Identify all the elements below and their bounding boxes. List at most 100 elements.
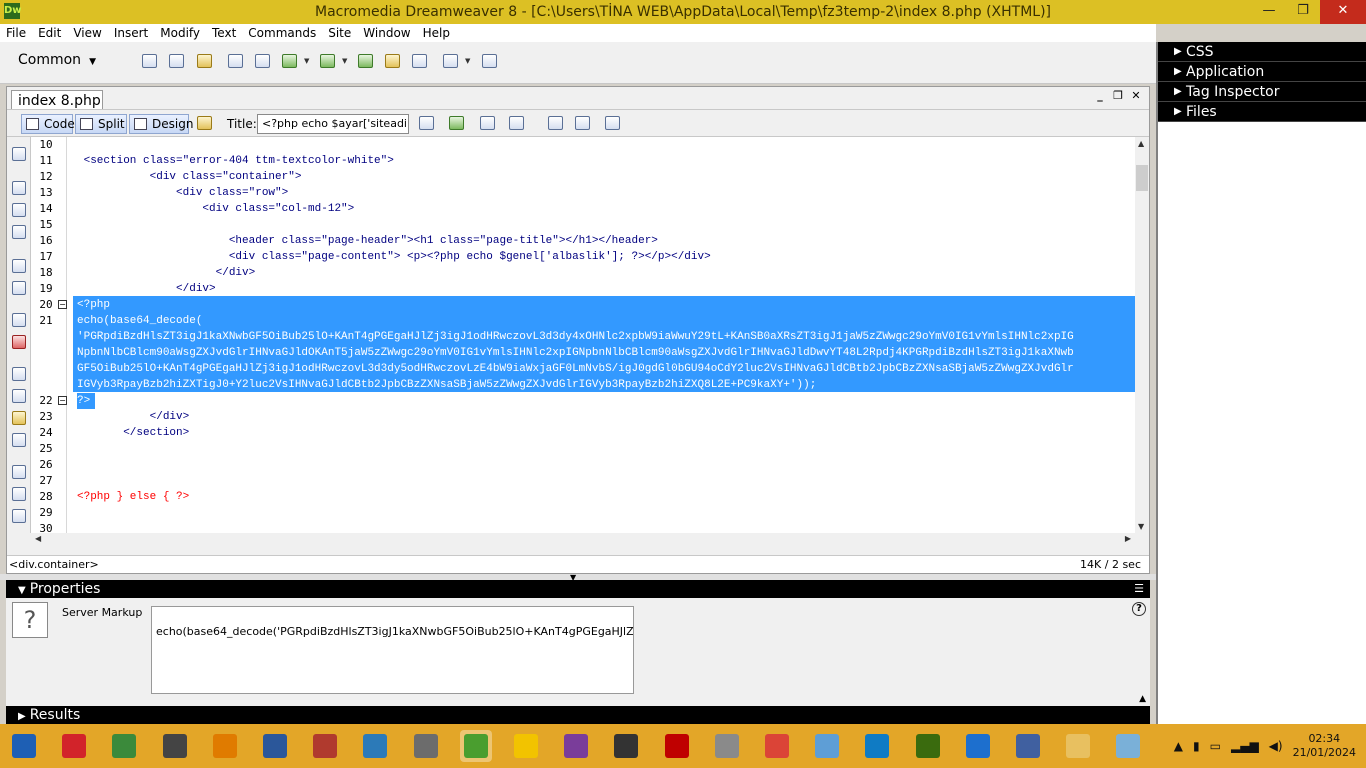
refresh-icon[interactable] (546, 114, 564, 132)
head-icon[interactable] (410, 52, 428, 70)
tag-selector[interactable]: <div.container> (9, 556, 99, 574)
pen-app-icon[interactable] (108, 730, 140, 762)
browser-check-icon[interactable] (447, 114, 465, 132)
menu-commands[interactable]: Commands (242, 24, 322, 42)
tray-expand-icon[interactable]: ▲ (1174, 739, 1183, 753)
outlook-app-icon[interactable] (209, 730, 241, 762)
date-icon[interactable] (356, 52, 374, 70)
filezilla-app-icon[interactable] (661, 730, 693, 762)
clock[interactable]: 02:34 21/01/2024 (1293, 732, 1356, 760)
line-numbers-icon[interactable] (12, 313, 26, 327)
windows-start-icon[interactable] (8, 730, 40, 762)
apply-comment-icon[interactable] (12, 367, 26, 381)
hyperlink-icon[interactable] (140, 52, 158, 70)
scroll-up-icon[interactable]: ▲ (1138, 139, 1144, 148)
camera-app-icon[interactable] (58, 730, 90, 762)
remove-comment-icon[interactable] (12, 389, 26, 403)
panel-tag-inspector[interactable]: ▶ Tag Inspector (1158, 82, 1366, 102)
menu-window[interactable]: Window (357, 24, 416, 42)
notes-app-icon[interactable] (309, 730, 341, 762)
doc-close-button[interactable]: ✕ (1129, 89, 1143, 102)
edge-app-icon[interactable] (861, 730, 893, 762)
view-options-icon[interactable] (573, 114, 591, 132)
minimize-button[interactable]: — (1252, 0, 1286, 24)
insert-category-dropdown[interactable]: Common ▼ (18, 52, 96, 68)
split-view-button[interactable]: Split (75, 114, 127, 134)
expand-all-icon[interactable] (12, 225, 26, 239)
scrollbar-thumb[interactable] (1136, 165, 1148, 191)
highlight-invalid-icon[interactable] (12, 335, 26, 349)
format-source-icon[interactable] (12, 509, 26, 523)
restore-button[interactable]: ❐ (1286, 0, 1320, 24)
menu-help[interactable]: Help (417, 24, 456, 42)
comment-icon[interactable] (383, 52, 401, 70)
chrome-app-icon[interactable] (761, 730, 793, 762)
media-icon[interactable] (318, 52, 336, 70)
menu-file[interactable]: File (0, 24, 32, 42)
named-anchor-icon[interactable] (195, 52, 213, 70)
indent-code-icon[interactable] (12, 465, 26, 479)
signal-icon[interactable]: ▂▄▆ (1231, 739, 1259, 753)
dreamweaver-active-icon[interactable] (459, 730, 492, 762)
device-app-icon[interactable] (159, 730, 191, 762)
outdent-code-icon[interactable] (12, 487, 26, 501)
menu-site[interactable]: Site (322, 24, 357, 42)
code-editor[interactable]: 10 11 12 13 14 15 16 17 18 19 20 − 21 22… (31, 137, 1135, 533)
dw-app-icon[interactable] (912, 730, 944, 762)
open-documents-icon[interactable] (12, 147, 26, 161)
file-management-icon[interactable] (478, 114, 496, 132)
scroll-left-icon[interactable]: ◀ (35, 534, 41, 543)
explorer-app-icon[interactable] (1062, 730, 1094, 762)
server-markup-field[interactable]: echo(base64_decode('PGRpdiBzdHlsZT3igJ1k… (151, 606, 634, 694)
table-icon[interactable] (226, 52, 244, 70)
disc-app-icon[interactable] (962, 730, 994, 762)
paint-app-icon[interactable] (811, 730, 843, 762)
layer-icon[interactable] (253, 52, 271, 70)
network-app-icon[interactable] (1012, 730, 1044, 762)
results-panel-header[interactable]: ▶ Results (6, 706, 1150, 724)
battery-icon[interactable]: ▭ (1210, 739, 1221, 753)
vertical-scrollbar[interactable]: ▲ ▼ (1135, 137, 1149, 533)
globe-app-icon[interactable] (560, 730, 592, 762)
menu-modify[interactable]: Modify (154, 24, 206, 42)
network-icon[interactable]: ▮ (1193, 739, 1200, 753)
collapse-selection-icon[interactable] (12, 203, 26, 217)
media-dropdown-icon[interactable]: ▼ (342, 57, 347, 65)
validate-icon[interactable] (417, 114, 435, 132)
wrap-tag-icon[interactable] (12, 411, 26, 425)
panel-css[interactable]: ▶ CSS (1158, 42, 1366, 62)
scroll-right-icon[interactable]: ▶ (1125, 534, 1131, 543)
title-input[interactable]: <?php echo $ayar['siteadi']; ?> (257, 114, 409, 134)
image-icon[interactable] (280, 52, 298, 70)
menu-insert[interactable]: Insert (108, 24, 154, 42)
expand-properties-icon[interactable]: ▲ (1139, 694, 1146, 704)
volume-icon[interactable]: ◀) (1269, 739, 1283, 753)
preview-browser-icon[interactable] (507, 114, 525, 132)
document-tab[interactable]: index 8.php (11, 90, 103, 110)
v-app-icon[interactable] (510, 730, 542, 762)
select-parent-tag-icon[interactable] (12, 259, 26, 273)
design-view-button[interactable]: Design (129, 114, 193, 134)
template-icon[interactable] (441, 52, 459, 70)
menu-text[interactable]: Text (206, 24, 242, 42)
menu-edit[interactable]: Edit (32, 24, 67, 42)
template-dropdown-icon[interactable]: ▼ (465, 57, 470, 65)
help-icon[interactable]: ? (1132, 602, 1146, 616)
properties-panel-header[interactable]: ▼ Properties ☰ (6, 580, 1150, 598)
menu-view[interactable]: View (67, 24, 107, 42)
close-button[interactable]: ✕ (1320, 0, 1366, 24)
panel-files[interactable]: ▶ Files (1158, 102, 1366, 122)
horizontal-scrollbar[interactable]: ◀ ▶ (31, 533, 1135, 547)
doc-minimize-button[interactable]: _ (1093, 89, 1107, 102)
panel-options-icon[interactable]: ☰ (1134, 580, 1144, 598)
live-data-icon[interactable] (195, 114, 213, 132)
scroll-down-icon[interactable]: ▼ (1138, 522, 1144, 531)
doc-restore-button[interactable]: ❐ (1111, 89, 1125, 102)
tag-chooser-icon[interactable] (480, 52, 498, 70)
word-app-icon[interactable] (259, 730, 291, 762)
collapse-tag-icon[interactable] (12, 181, 26, 195)
balance-braces-icon[interactable] (12, 281, 26, 295)
code-view-button[interactable]: Code (21, 114, 75, 134)
feather-app-icon[interactable] (359, 730, 391, 762)
panel-application[interactable]: ▶ Application (1158, 62, 1366, 82)
